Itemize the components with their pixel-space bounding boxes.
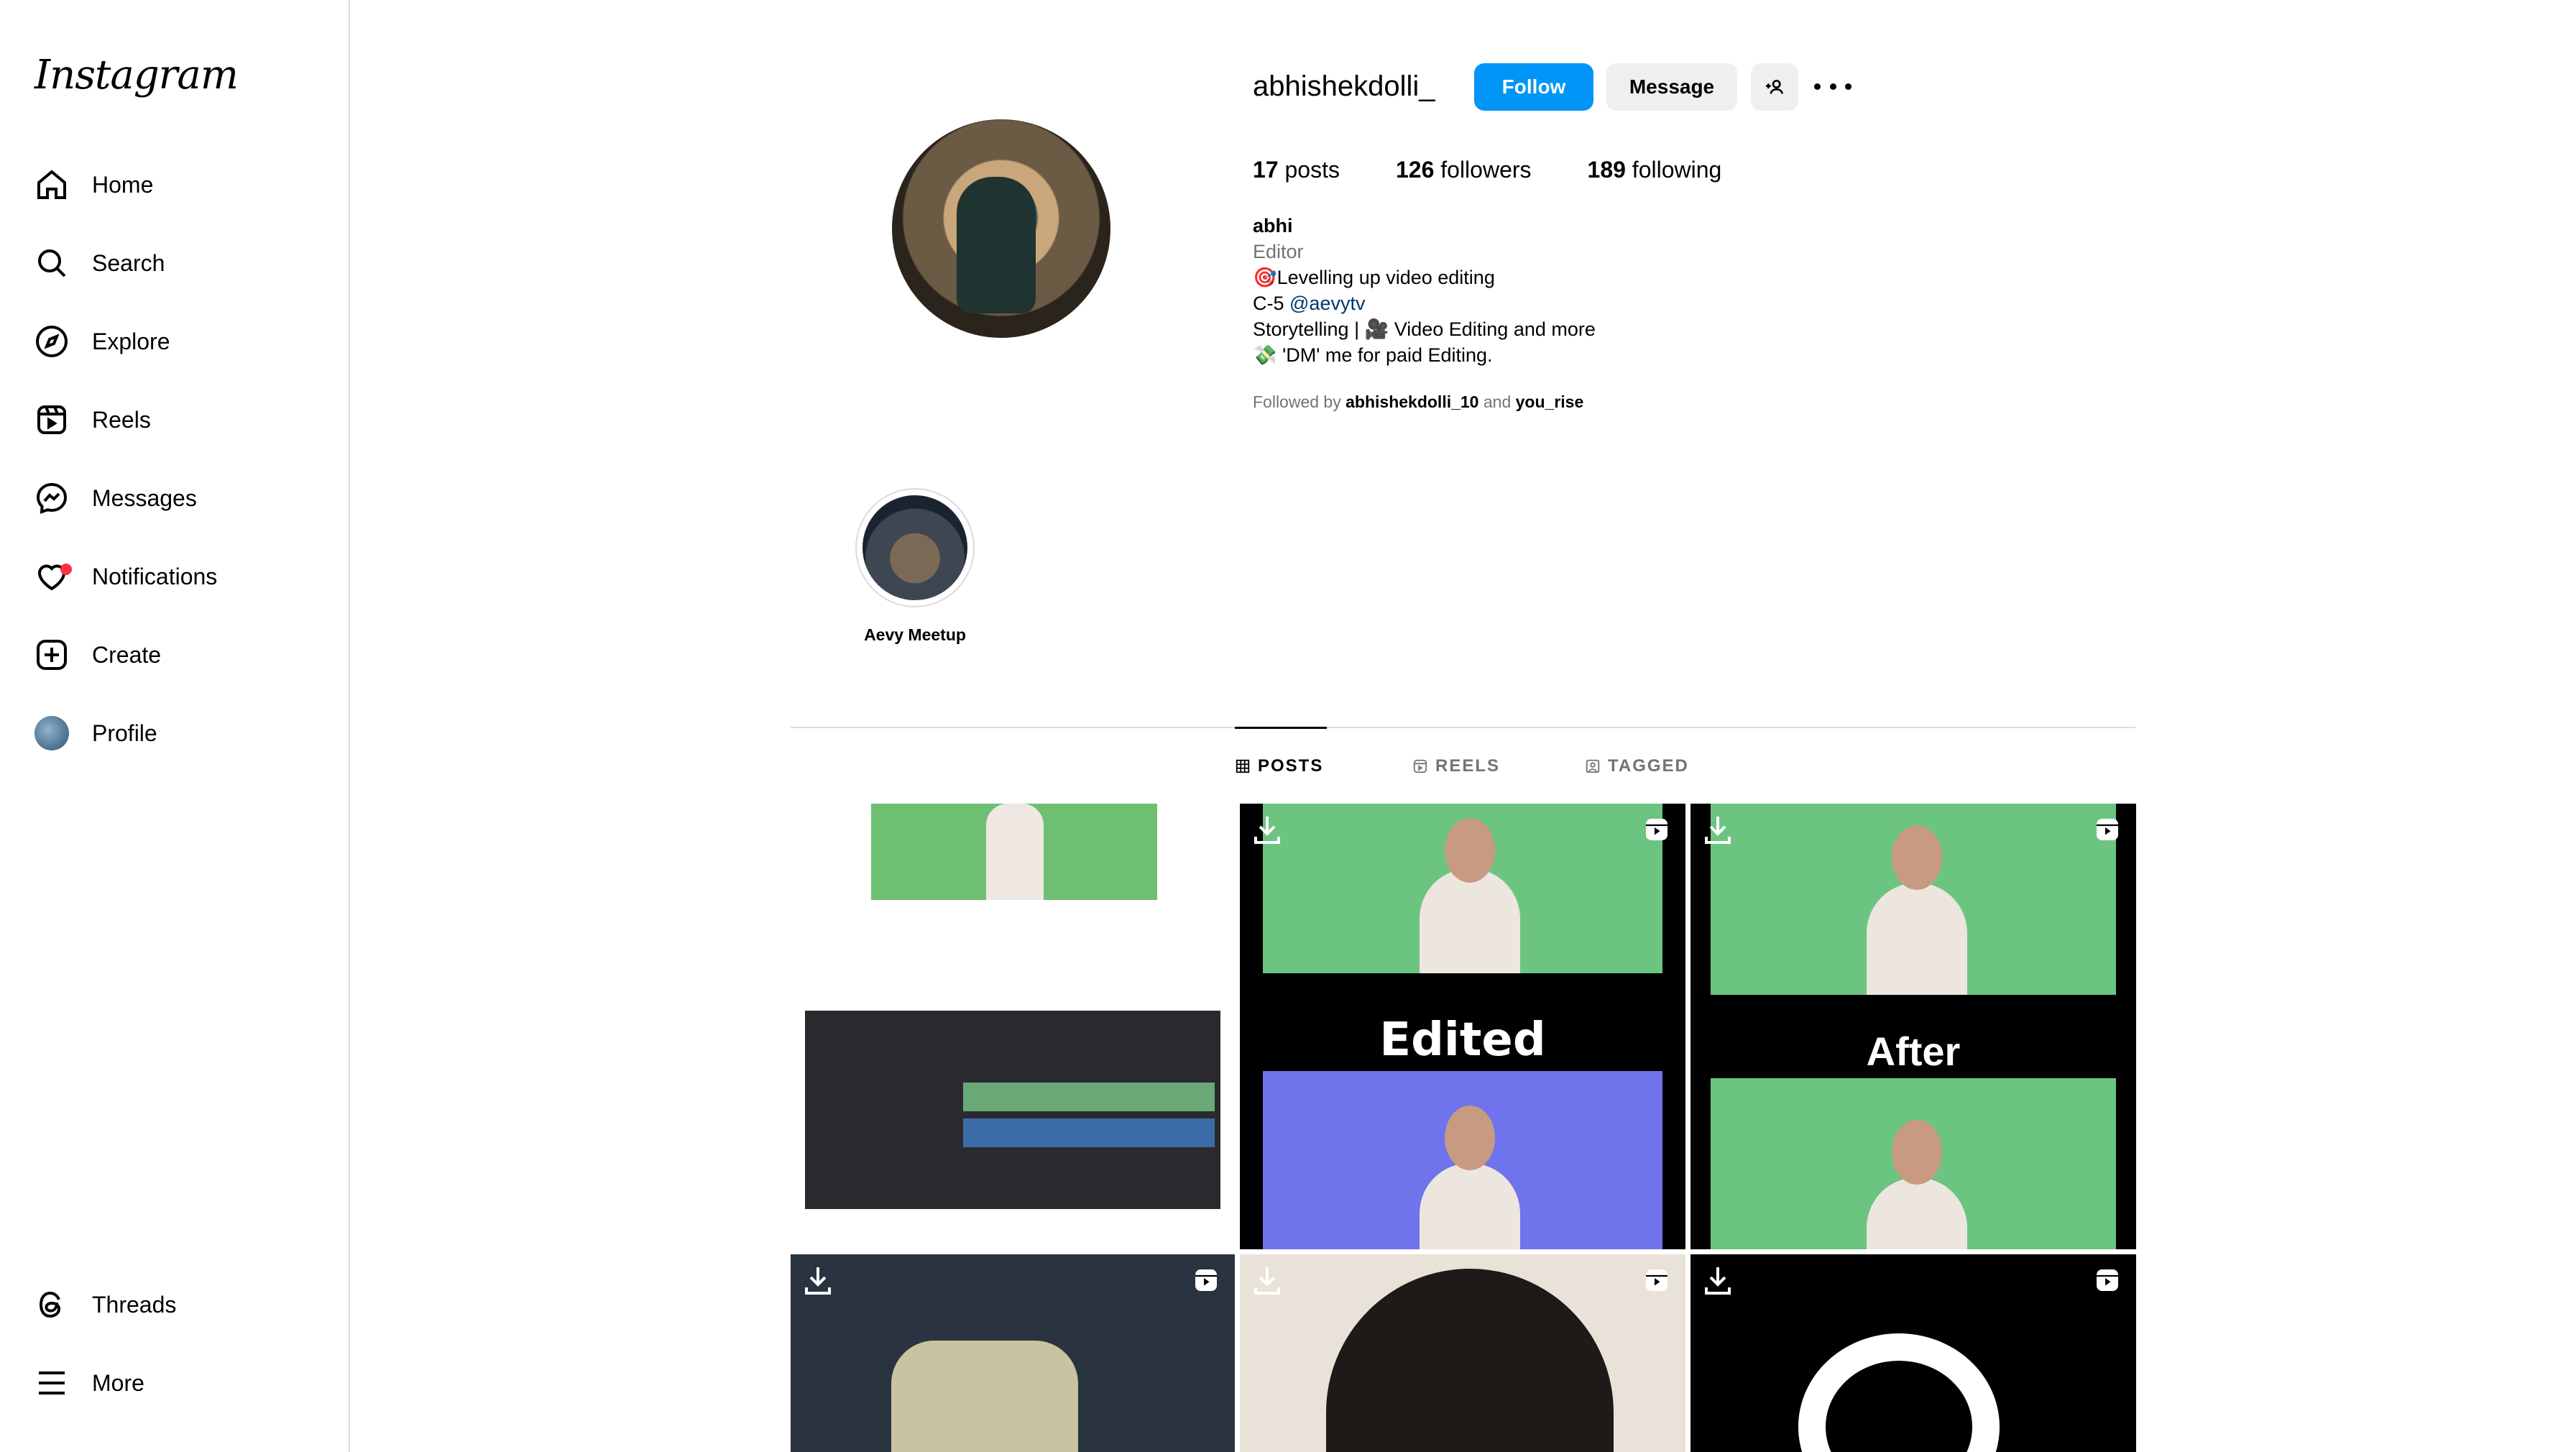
post-image [871, 804, 1157, 900]
reels-icon [17, 403, 86, 437]
profile-stats: 17 posts 126 followers 189 following [1253, 157, 1777, 183]
heart-icon [17, 559, 86, 594]
reel-caption: Edited [1379, 1014, 1546, 1067]
reel-badge-icon [2097, 819, 2118, 840]
reel-thumbnail[interactable]: Edited [1240, 804, 1685, 1249]
suggest-user-button[interactable] [1751, 63, 1798, 111]
sidebar-item-messages[interactable]: Messages [17, 464, 334, 533]
sidebar-item-label: Search [92, 249, 165, 276]
download-icon[interactable] [1250, 1263, 1284, 1297]
threads-icon [17, 1287, 86, 1322]
message-button[interactable]: Message [1606, 63, 1737, 111]
bio-line: 💸 'DM' me for paid Editing. [1253, 344, 1493, 366]
reel-thumbnail[interactable] [1690, 1254, 2136, 1452]
download-icon[interactable] [1701, 1263, 1735, 1297]
home-icon [17, 167, 86, 202]
highlight-label: Aevy Meetup [864, 625, 966, 644]
sidebar-item-label: Create [92, 641, 162, 668]
sidebar-item-label: Explore [92, 328, 170, 354]
add-user-icon [1766, 80, 1783, 94]
more-options-icon[interactable] [1814, 73, 1852, 99]
plus-square-icon [17, 638, 86, 672]
profile-bio: abhi Editor 🎯Levelling up video editing … [1253, 213, 1596, 368]
followed-by[interactable]: Followed by abhishekdolli_10 and you_ris… [1253, 392, 1583, 412]
sidebar-item-create[interactable]: Create [17, 620, 334, 689]
notification-dot [60, 564, 72, 575]
highlight-circle[interactable] [855, 488, 975, 607]
profile-avatar[interactable] [892, 119, 1110, 338]
active-tab-indicator [1235, 727, 1327, 729]
highlight-thumbnail [862, 495, 967, 600]
profile-category: Editor [1253, 241, 1304, 262]
sidebar-item-more[interactable]: More [17, 1348, 334, 1417]
reel-thumbnail[interactable] [1240, 1254, 1685, 1452]
tab-posts[interactable]: POSTS [1235, 756, 1323, 776]
sidebar-item-explore[interactable]: Explore [17, 307, 334, 376]
sidebar-item-home[interactable]: Home [17, 150, 334, 219]
bio-line: Storytelling | 🎥 Video Editing and more [1253, 318, 1596, 340]
sidebar: Instagram Home Search Explore Reels Mess… [0, 0, 350, 1452]
download-icon[interactable] [1701, 812, 1735, 847]
sidebar-item-label: Messages [92, 484, 197, 511]
reel-badge-icon [1195, 1269, 1217, 1291]
instagram-logo[interactable]: Instagram [34, 52, 239, 98]
post-thumbnail[interactable] [791, 804, 1235, 1248]
posts-stat: 17 posts [1253, 157, 1340, 183]
bio-line: 🎯Levelling up video editing [1253, 267, 1495, 288]
sidebar-item-notifications[interactable]: Notifications [17, 542, 334, 611]
search-icon [17, 246, 86, 280]
profile-username: abhishekdolli_ [1253, 70, 1435, 102]
sidebar-item-label: Home [92, 171, 154, 198]
tab-tagged[interactable]: TAGGED [1585, 756, 1689, 776]
sidebar-item-label: Notifications [92, 563, 218, 589]
tab-reels[interactable]: REELS [1412, 756, 1500, 776]
followers-stat[interactable]: 126 followers [1396, 157, 1532, 183]
download-icon[interactable] [801, 1263, 835, 1297]
reel-thumbnail[interactable] [791, 1254, 1235, 1452]
sidebar-item-profile[interactable]: Profile [17, 699, 334, 768]
profile-name: abhi [1253, 215, 1293, 236]
follow-button[interactable]: Follow [1474, 63, 1593, 111]
reel-caption: After [1866, 1029, 1961, 1074]
messenger-icon [17, 481, 86, 515]
following-stat[interactable]: 189 following [1588, 157, 1722, 183]
compass-icon [17, 324, 86, 359]
reel-badge-icon [1646, 1269, 1668, 1291]
reel-badge-icon [2097, 1269, 2118, 1291]
sidebar-item-threads[interactable]: Threads [17, 1270, 334, 1339]
grid-icon [1236, 759, 1250, 773]
download-icon[interactable] [1250, 812, 1284, 847]
tagged-icon [1586, 759, 1600, 773]
reel-badge-icon [1646, 819, 1668, 840]
hamburger-icon [17, 1366, 86, 1400]
reel-thumbnail[interactable]: After [1690, 804, 2136, 1249]
sidebar-item-label: More [92, 1369, 144, 1396]
bio-mention-link[interactable]: @aevytv [1289, 293, 1365, 314]
post-image [805, 1011, 1220, 1209]
sidebar-item-label: Threads [92, 1291, 177, 1318]
reels-icon [1413, 759, 1427, 773]
sidebar-item-search[interactable]: Search [17, 229, 334, 298]
tabs-divider [791, 727, 2135, 728]
sidebar-item-reels[interactable]: Reels [17, 385, 334, 454]
sidebar-item-label: Reels [92, 406, 151, 433]
sidebar-item-label: Profile [92, 720, 157, 746]
avatar [34, 716, 69, 750]
bio-line: C-5 @aevytv [1253, 293, 1366, 314]
